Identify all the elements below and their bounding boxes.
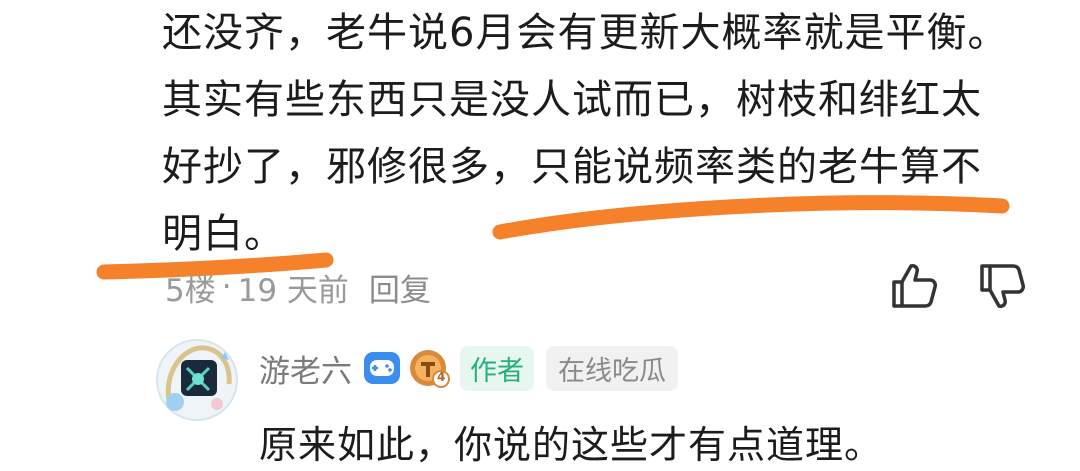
comment-text: 还没齐，老牛说6月会有更新大概率就是平衡。 其实有些东西只是没人试而已，树枝和绯… (162, 0, 1042, 268)
comment-meta: 5楼 · 19 天前 回复 (165, 262, 431, 312)
comment-line: 还没齐，老牛说6月会有更新大概率就是平衡。 (162, 10, 1009, 56)
reply-button[interactable]: 回复 (369, 265, 431, 310)
floor-number: 5楼 (165, 272, 216, 309)
comment-line: 明白。 (162, 211, 285, 257)
gamepad-badge-icon (364, 352, 400, 384)
comment-time: 19 天前 (237, 272, 349, 309)
reply-username[interactable]: 游老六 (259, 346, 352, 391)
author-tag: 作者 (460, 345, 534, 391)
thumbs-down-icon[interactable] (976, 260, 1028, 312)
reply-header: 游老六 4 作者 在线吃瓜 (259, 342, 678, 394)
comment-line: 好抄了，邪修很多，只能说频率类的老牛算不 (162, 144, 982, 190)
level-number: 4 (437, 370, 446, 384)
comment-line: 其实有些东西只是没人试而已，树枝和绯红太 (162, 77, 982, 123)
reply-text: 原来如此，你说的这些才有点道理。 (259, 423, 884, 467)
level-badge: 4 (408, 348, 450, 388)
comment-thread: 还没齐，老牛说6月会有更新大概率就是平衡。 其实有些东西只是没人试而已，树枝和绯… (0, 0, 1080, 471)
meta-separator: · (221, 269, 232, 305)
thumbs-up-icon[interactable] (888, 260, 940, 312)
avatar[interactable] (155, 338, 239, 422)
status-tag: 在线吃瓜 (546, 345, 678, 391)
